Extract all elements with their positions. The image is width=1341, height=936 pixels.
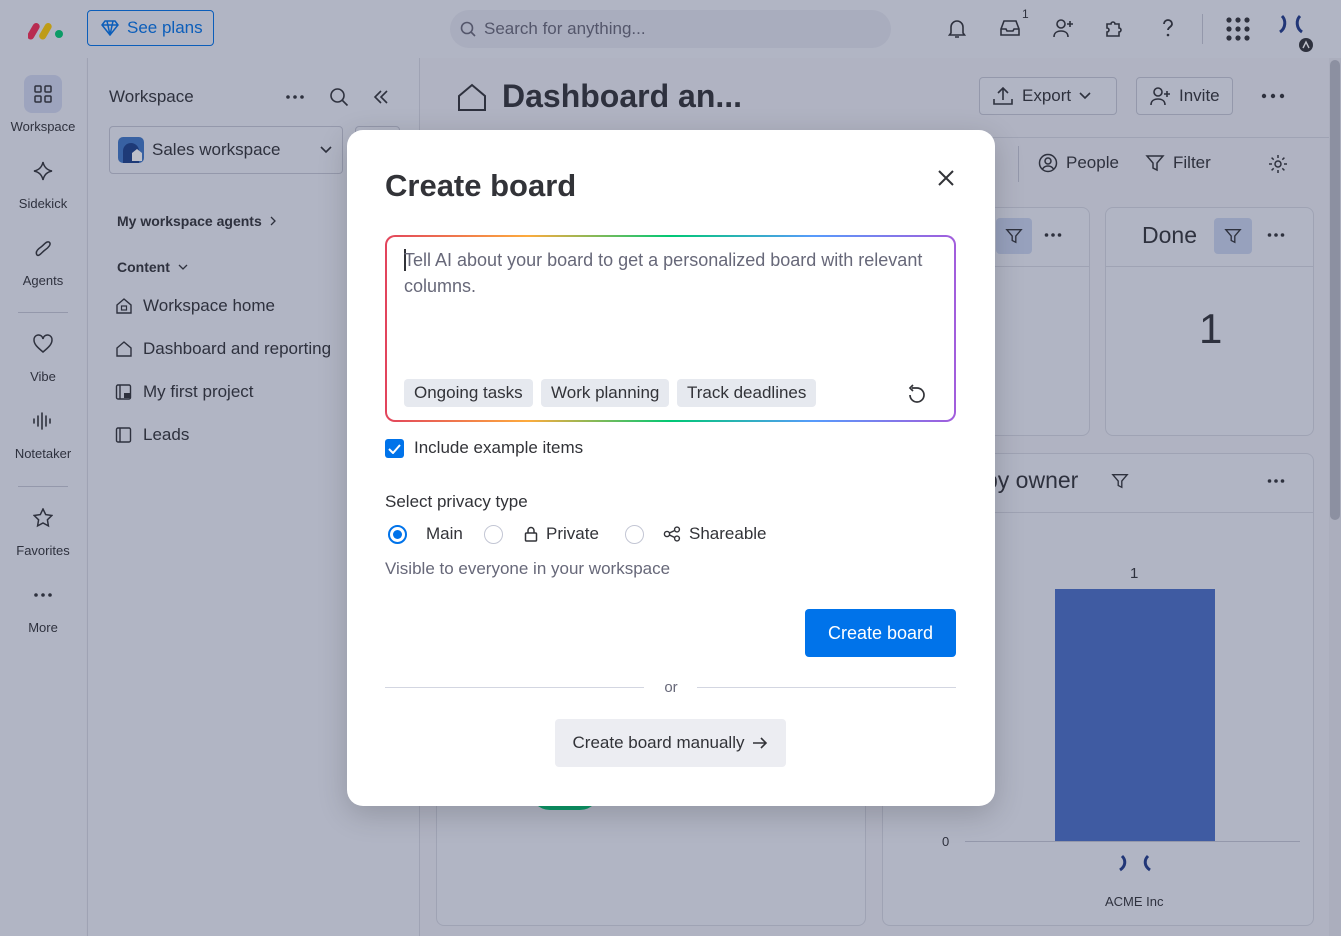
privacy-option-label: Main [426,524,463,543]
suggestion-chip-ongoing-tasks[interactable]: Ongoing tasks [404,379,533,407]
privacy-type-label: Select privacy type [385,492,528,511]
create-board-manually-button[interactable]: Create board manually [555,719,786,767]
dialog-title: Create board [385,168,577,203]
privacy-option-private[interactable]: Private [524,524,599,544]
suggestion-chip-track-deadlines[interactable]: Track deadlines [677,379,817,407]
include-examples-label[interactable]: Include example items [414,438,583,458]
or-label: or [664,679,678,696]
close-icon[interactable] [935,167,957,189]
privacy-radio-shareable[interactable] [625,525,644,544]
suggestion-chip-work-planning[interactable]: Work planning [541,379,670,407]
lock-icon [524,526,538,542]
share-icon [663,526,681,542]
privacy-option-label: Shareable [689,524,767,543]
or-divider-left [385,687,644,688]
privacy-description: Visible to everyone in your workspace [385,559,671,578]
manual-button-label: Create board manually [572,733,745,752]
privacy-option-label: Private [546,524,599,543]
create-board-button[interactable]: Create board [805,609,956,657]
create-board-dialog: Create board Tell AI about your board to… [347,130,995,806]
privacy-option-shareable[interactable]: Shareable [663,524,767,544]
privacy-option-main[interactable]: Main [426,524,463,544]
ai-prompt-input[interactable]: Tell AI about your board to get a person… [404,247,924,299]
privacy-radio-private[interactable] [484,525,503,544]
arrow-right-icon [752,736,768,750]
privacy-radio-main[interactable] [388,525,407,544]
refresh-suggestions-icon[interactable] [906,384,928,406]
ai-prompt-box[interactable]: Tell AI about your board to get a person… [385,235,956,422]
include-examples-checkbox[interactable] [385,439,404,458]
or-divider-right [697,687,956,688]
